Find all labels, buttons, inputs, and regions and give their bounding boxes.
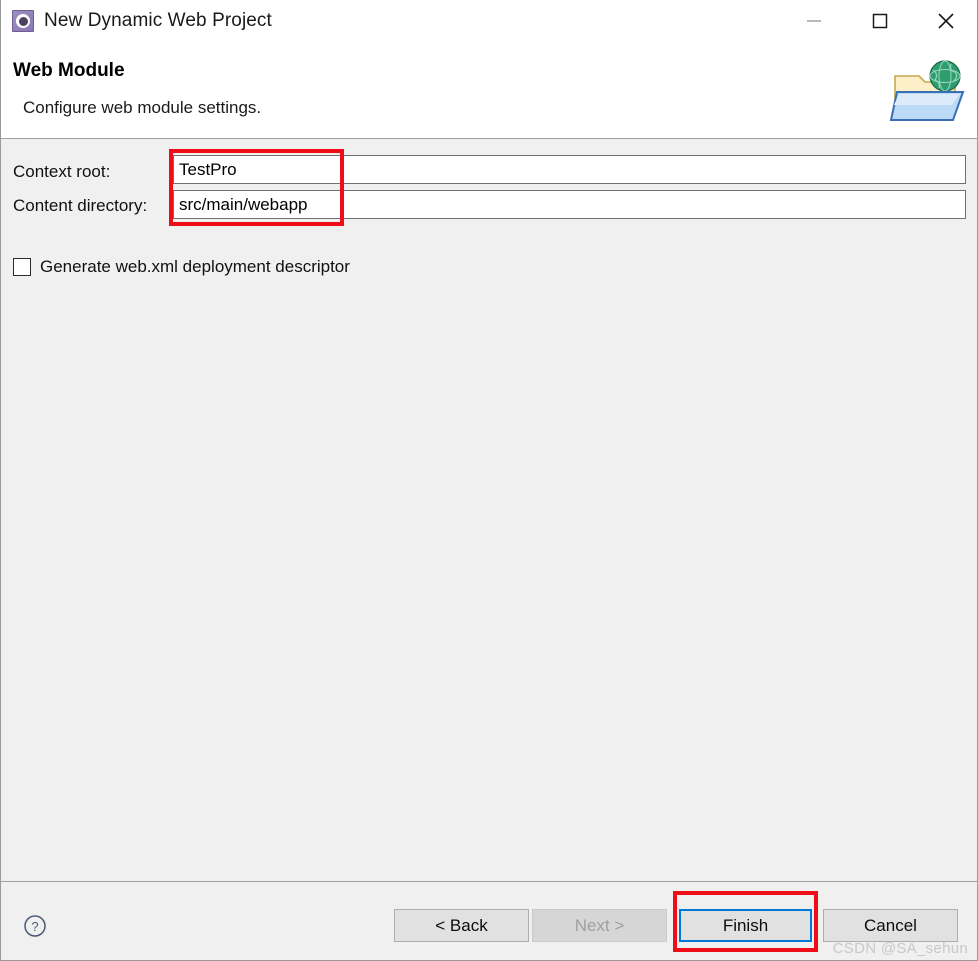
watermark-text: CSDN @SA_sehun — [832, 940, 968, 957]
new-dynamic-web-project-dialog: New Dynamic Web Project Web Module Confi… — [0, 0, 978, 961]
minimize-icon[interactable] — [781, 0, 847, 42]
maximize-icon[interactable] — [847, 0, 913, 42]
cancel-button[interactable]: Cancel — [823, 909, 958, 942]
help-question-icon[interactable]: ? — [23, 914, 47, 938]
window-title: New Dynamic Web Project — [44, 10, 272, 31]
generate-webxml-label: Generate web.xml deployment descriptor — [40, 257, 350, 276]
web-folder-globe-icon — [889, 60, 965, 121]
wizard-header: Web Module Configure web module settings… — [1, 42, 977, 139]
close-icon[interactable] — [913, 0, 977, 42]
context-root-label: Context root: — [13, 162, 111, 181]
svg-text:?: ? — [31, 919, 38, 934]
finish-button[interactable]: Finish — [679, 909, 812, 942]
content-directory-input[interactable] — [173, 190, 966, 219]
generate-webxml-checkbox[interactable] — [13, 258, 31, 276]
title-bar: New Dynamic Web Project — [1, 0, 977, 42]
page-title: Web Module — [13, 60, 125, 81]
next-button: Next > — [532, 909, 667, 942]
generate-webxml-checkbox-row[interactable]: Generate web.xml deployment descriptor — [13, 257, 350, 277]
page-description: Configure web module settings. — [23, 98, 262, 117]
content-directory-label: Content directory: — [13, 196, 148, 215]
context-root-input[interactable] — [173, 155, 966, 184]
wizard-footer: ? < Back Next > Finish Cancel CSDN @SA_s… — [1, 881, 977, 960]
wizard-body: Context root: Content directory: Generat… — [1, 139, 977, 881]
window-controls — [781, 0, 977, 42]
eclipse-project-gear-icon — [12, 10, 34, 32]
back-button[interactable]: < Back — [394, 909, 529, 942]
